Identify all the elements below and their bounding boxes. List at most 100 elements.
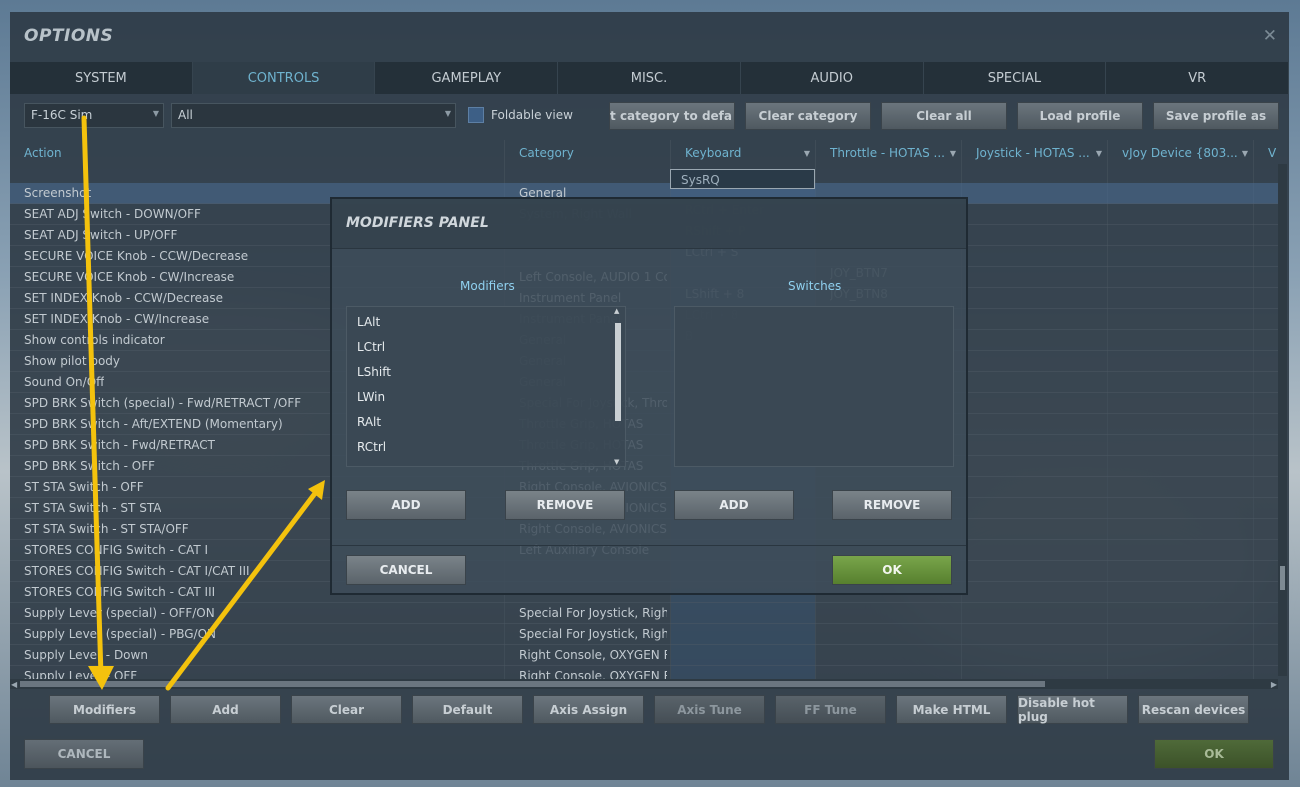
action-cell: Screenshot [24, 186, 92, 200]
aircraft-select[interactable]: F-16C Sim ▼ [24, 103, 164, 128]
modifiers-list[interactable]: LAlt LCtrl LShift LWin RAlt RCtrl ▲ ▼ [346, 306, 626, 467]
keyboard-binding-field[interactable]: SysRQ [670, 169, 815, 189]
header-throttle-label: Throttle - HOTAS ... [830, 146, 945, 160]
switches-list[interactable] [674, 306, 954, 467]
chevron-down-icon: ▼ [152, 109, 159, 118]
scrollbar-thumb[interactable] [1280, 566, 1285, 590]
tab-audio[interactable]: AUDIO [741, 62, 924, 94]
add-switch-button[interactable]: ADD [674, 490, 794, 520]
action-cell: Supply Lever (special) - PBG/ON [24, 627, 217, 641]
action-cell: SET INDEX Knob - CW/Increase [24, 312, 210, 326]
tab-bar: SYSTEM CONTROLS GAMEPLAY MISC. AUDIO SPECIAL V… [10, 62, 1290, 94]
header-extra[interactable]: V [1254, 140, 1278, 164]
tab-gameplay[interactable]: GAMEPLAY [375, 62, 559, 94]
sort-desc-icon: ▼ [1095, 149, 1102, 158]
scroll-left-icon[interactable]: ◀ [11, 680, 17, 689]
action-cell: STORES CONFIG Switch - CAT I [24, 543, 209, 557]
list-item[interactable]: RAlt [357, 415, 381, 429]
disable-hot-plug-button[interactable]: Disable hot plug [1017, 695, 1128, 724]
table-row[interactable]: Supply Lever (special) - PBG/ON Special F… [10, 624, 1278, 645]
header-throttle[interactable]: Throttle - HOTAS ... ▼ [816, 140, 962, 164]
action-cell: SPD BRK Switch - Aft/EXTEND (Momentary) [24, 417, 283, 431]
scroll-right-icon[interactable]: ▶ [1271, 680, 1277, 689]
load-profile-button[interactable]: Load profile [1017, 102, 1143, 130]
action-cell: ST STA Switch - ST STA/OFF [24, 522, 189, 536]
modifiers-panel: MODIFIERS PANEL Modifiers Switches LAlt L… [330, 197, 968, 595]
list-scrollbar[interactable]: ▲ ▼ [613, 307, 623, 466]
action-cell: SECURE VOICE Knob - CCW/Decrease [24, 249, 249, 263]
cancel-button[interactable]: CANCEL [24, 739, 144, 769]
ff-tune-button[interactable]: FF Tune [775, 695, 886, 724]
switches-heading: Switches [788, 279, 842, 293]
header-keyboard-label: Keyboard [685, 146, 742, 160]
remove-modifier-button[interactable]: REMOVE [505, 490, 625, 520]
category-cell: Special For Joystick, Right [519, 627, 667, 641]
add-button[interactable]: Add [170, 695, 281, 724]
action-cell: ST STA Switch - ST STA [24, 501, 162, 515]
sort-desc-icon: ▼ [1241, 149, 1248, 158]
tab-special[interactable]: SPECIAL [924, 62, 1107, 94]
window-title: OPTIONS [24, 26, 114, 46]
table-row[interactable]: Supply Lever (special) - OFF/ON Special F… [10, 603, 1278, 624]
header-joystick-label: Joystick - HOTAS ... [976, 146, 1090, 160]
action-cell: Sound On/Off [24, 375, 105, 389]
action-cell: Supply Lever (special) - OFF/ON [24, 606, 215, 620]
tab-misc[interactable]: MISC. [558, 62, 741, 94]
horizontal-scrollbar[interactable]: ◀ ▶ [10, 679, 1278, 689]
action-cell: SEAT ADJ Switch - UP/OFF [24, 228, 178, 242]
sort-desc-icon: ▼ [949, 149, 956, 158]
action-cell: SECURE VOICE Knob - CW/Increase [24, 270, 235, 284]
list-item[interactable]: LShift [357, 365, 391, 379]
action-cell: SPD BRK Switch - OFF [24, 459, 156, 473]
header-action[interactable]: Action [10, 140, 500, 164]
category-filter-select[interactable]: All ▼ [171, 103, 456, 128]
header-keyboard[interactable]: Keyboard ▼ [671, 140, 816, 164]
rescan-devices-button[interactable]: Rescan devices [1138, 695, 1249, 724]
dialog-cancel-button[interactable]: CANCEL [346, 555, 466, 585]
remove-switch-button[interactable]: REMOVE [832, 490, 952, 520]
foldable-view-label: Foldable view [491, 108, 573, 122]
clear-category-button[interactable]: Clear category [745, 102, 871, 130]
axis-tune-button[interactable]: Axis Tune [654, 695, 765, 724]
header-category[interactable]: Category [505, 140, 665, 164]
list-item[interactable]: LCtrl [357, 340, 385, 354]
dialog-ok-button[interactable]: OK [832, 555, 952, 585]
close-icon[interactable]: ✕ [1263, 26, 1277, 46]
foldable-view-checkbox[interactable] [468, 107, 484, 123]
clear-all-button[interactable]: Clear all [881, 102, 1007, 130]
save-profile-button[interactable]: Save profile as [1153, 102, 1279, 130]
category-cell: Special For Joystick, Right [519, 606, 667, 620]
add-modifier-button[interactable]: ADD [346, 490, 466, 520]
make-html-button[interactable]: Make HTML [896, 695, 1007, 724]
list-item[interactable]: LAlt [357, 315, 380, 329]
tab-controls[interactable]: CONTROLS [192, 62, 376, 94]
scrollbar-thumb[interactable] [615, 323, 621, 421]
vertical-scrollbar[interactable] [1278, 164, 1287, 676]
default-button[interactable]: Default [412, 695, 523, 724]
ok-button[interactable]: OK [1154, 739, 1274, 769]
scroll-up-icon[interactable]: ▲ [614, 307, 619, 315]
action-cell: SPD BRK Switch (special) - Fwd/RETRACT /… [24, 396, 302, 410]
table-row[interactable]: Supply Lever - Down Right Console, OXYGEN… [10, 645, 1278, 666]
dialog-title: MODIFIERS PANEL [346, 215, 489, 231]
axis-assign-button[interactable]: Axis Assign [533, 695, 644, 724]
header-joystick[interactable]: Joystick - HOTAS ... ▼ [962, 140, 1108, 164]
aircraft-select-value: F-16C Sim [31, 108, 93, 122]
tab-vr[interactable]: VR [1106, 62, 1290, 94]
list-item[interactable]: LWin [357, 390, 385, 404]
sort-desc-icon: ▼ [803, 149, 810, 158]
scrollbar-thumb[interactable] [20, 681, 1045, 687]
action-cell: SET INDEX Knob - CCW/Decrease [24, 291, 224, 305]
clear-button[interactable]: Clear [291, 695, 402, 724]
tab-system[interactable]: SYSTEM [10, 62, 193, 94]
modifiers-button[interactable]: Modifiers [49, 695, 160, 724]
list-item[interactable]: RCtrl [357, 440, 386, 454]
header-vjoy-label: vJoy Device {803... [1122, 146, 1238, 160]
reset-category-button[interactable]: set category to defa [609, 102, 735, 130]
scroll-down-icon[interactable]: ▼ [614, 458, 619, 466]
dialog-title-bar: MODIFIERS PANEL [332, 199, 966, 249]
category-cell: Right Console, OXYGEN RI [519, 648, 667, 662]
action-cell: Supply Lever - Down [24, 648, 148, 662]
header-vjoy[interactable]: vJoy Device {803... ▼ [1108, 140, 1254, 164]
action-cell: Show controls indicator [24, 333, 165, 347]
